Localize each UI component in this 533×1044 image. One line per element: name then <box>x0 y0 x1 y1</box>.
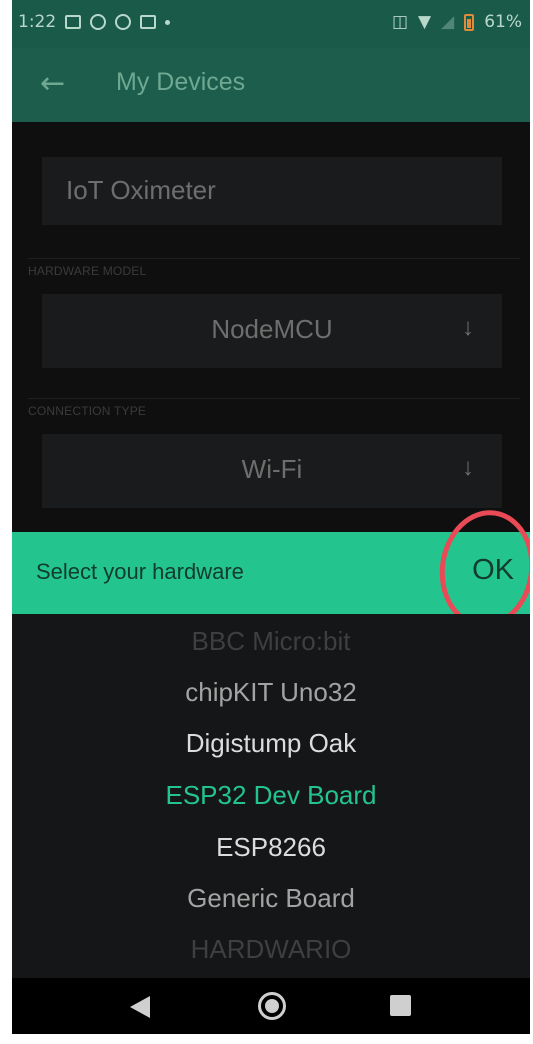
divider <box>28 398 520 399</box>
nav-home-icon[interactable] <box>258 992 286 1020</box>
arrow-down-icon: ↓ <box>462 454 474 481</box>
hardware-picker-list[interactable]: BBC Micro:bit chipKIT Uno32 Digistump Oa… <box>12 614 530 978</box>
wifi-icon: ▼ <box>418 12 432 32</box>
connection-type-label: CONNECTION TYPE <box>28 404 147 418</box>
nav-back-icon[interactable] <box>130 996 150 1018</box>
gallery-icon <box>65 15 82 29</box>
phone-screen: 1:22 ◫ ▼ ◢ 61% ← My Devices IoT Oximeter… <box>12 0 530 1034</box>
picker-item[interactable]: chipKIT Uno32 <box>12 677 530 708</box>
nav-recents-icon[interactable] <box>390 995 411 1016</box>
dot-icon <box>165 19 171 25</box>
connection-type-select[interactable]: Wi-Fi ↓ <box>42 434 502 508</box>
hardware-model-value: NodeMCU <box>211 314 333 344</box>
notification-icon <box>115 14 132 30</box>
battery-charging-icon <box>464 13 475 31</box>
instagram-icon <box>140 15 157 29</box>
picker-item[interactable]: BBC Micro:bit <box>12 626 530 657</box>
battery-percent: 61% <box>484 12 522 32</box>
hardware-model-select[interactable]: NodeMCU ↓ <box>42 294 502 368</box>
page-title: My Devices <box>116 68 246 96</box>
arrow-down-icon: ↓ <box>462 314 474 341</box>
picker-item[interactable]: HARDWARIO <box>12 934 530 965</box>
connection-type-value: Wi-Fi <box>241 454 303 484</box>
picker-item[interactable]: ESP8266 <box>12 832 530 863</box>
app-bar: ← My Devices <box>12 48 530 122</box>
device-name-value: IoT Oximeter <box>66 175 216 205</box>
picker-item[interactable]: Digistump Oak <box>12 728 530 759</box>
hardware-model-label: HARDWARE MODEL <box>28 264 147 278</box>
picker-prompt: Select your hardware <box>36 559 244 584</box>
system-nav-bar <box>12 978 530 1034</box>
picker-item[interactable]: Generic Board <box>12 883 530 914</box>
notification-icon <box>90 14 107 30</box>
signal-icon: ◢ <box>441 12 455 32</box>
device-name-field[interactable]: IoT Oximeter <box>42 157 502 225</box>
arrow-left-icon[interactable]: ← <box>40 66 65 102</box>
status-bar: 1:22 ◫ ▼ ◢ 61% <box>12 0 530 48</box>
picker-item-selected[interactable]: ESP32 Dev Board <box>12 780 530 811</box>
status-time: 1:22 <box>18 12 57 32</box>
vibrate-icon: ◫ <box>391 12 409 32</box>
divider <box>28 258 520 259</box>
